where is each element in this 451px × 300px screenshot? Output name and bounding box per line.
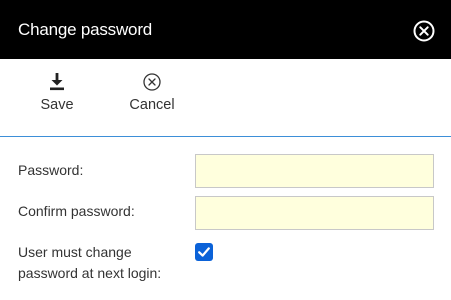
password-field[interactable] (195, 154, 434, 188)
save-label: Save (40, 97, 74, 113)
download-icon (47, 72, 67, 92)
dialog-title: Change password (18, 20, 153, 39)
password-label: Password: (18, 162, 84, 178)
toolbar: Save Cancel (0, 59, 451, 136)
cancel-label: Cancel (129, 97, 175, 113)
cancel-circle-icon (142, 72, 162, 92)
toolbar-divider (0, 136, 451, 137)
save-button[interactable]: Save (38, 72, 76, 113)
cancel-button[interactable]: Cancel (124, 72, 180, 113)
confirm-password-field[interactable] (195, 196, 434, 230)
must-change-label-line2: password at next login: (18, 265, 162, 281)
confirm-password-label: Confirm password: (18, 203, 135, 219)
dialog-titlebar: Change password (0, 0, 451, 59)
must-change-checkbox[interactable] (195, 243, 213, 261)
close-icon[interactable] (412, 19, 436, 43)
checkmark-icon (198, 247, 210, 257)
must-change-label-line1: User must change (18, 244, 132, 260)
